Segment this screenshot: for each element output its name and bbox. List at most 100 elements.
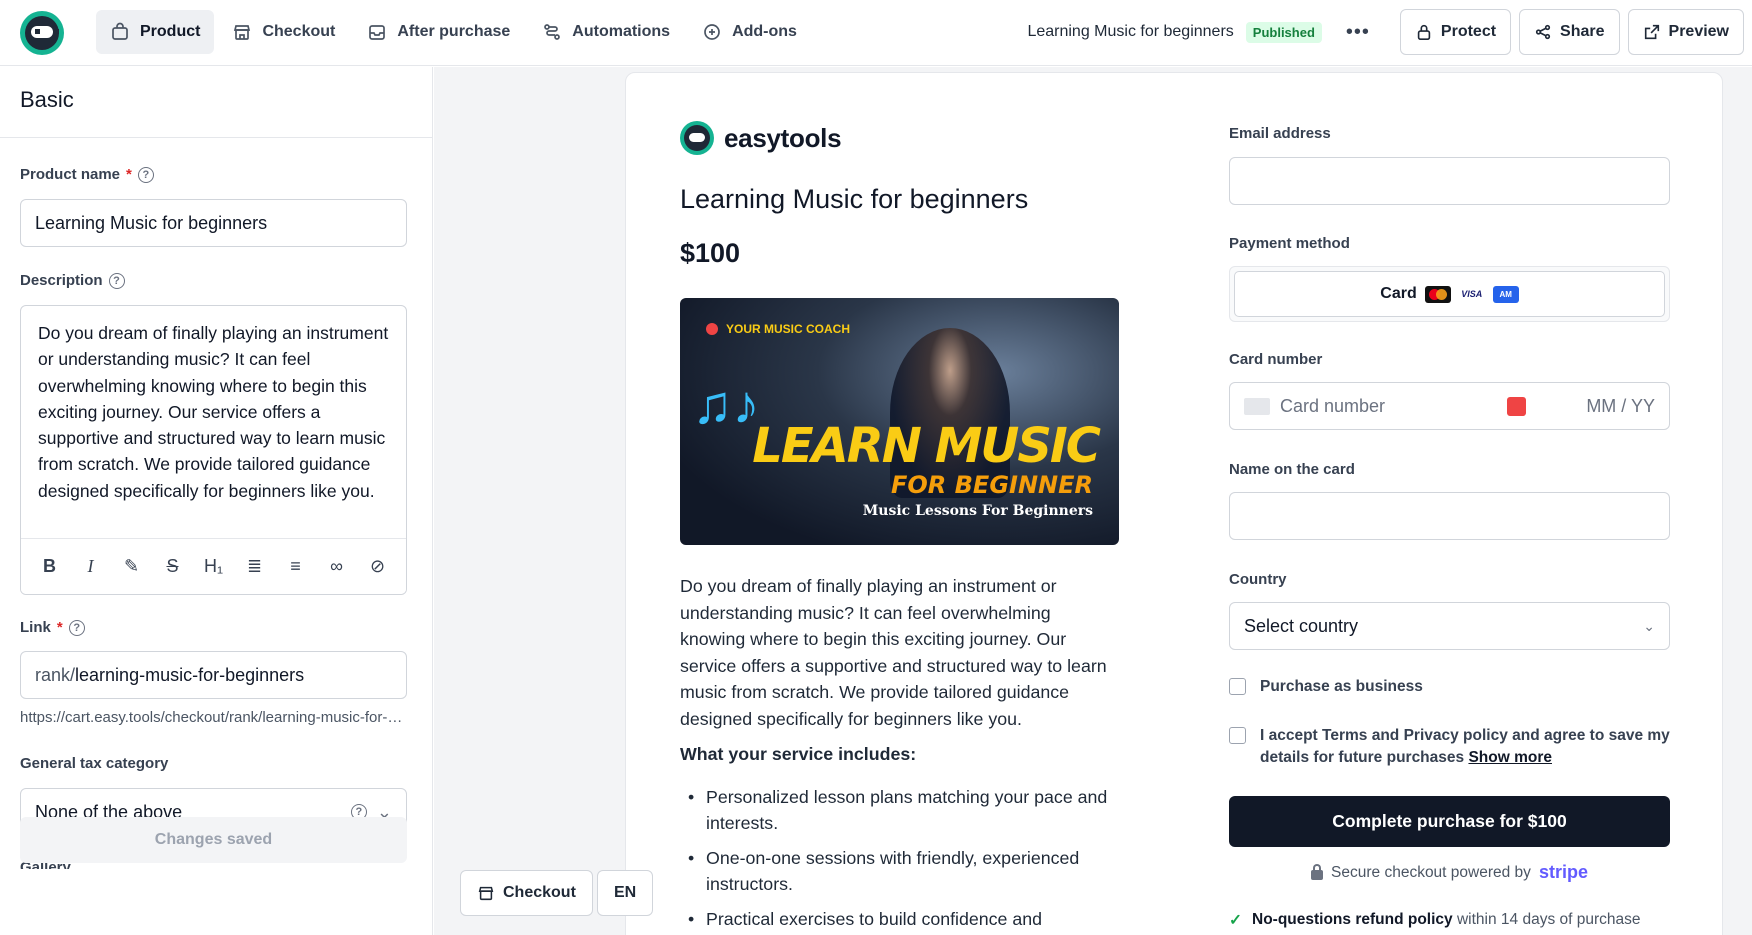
refund-bold: No-questions refund policy — [1252, 911, 1453, 928]
product-image: YOUR MUSIC COACH ♫♪ LEARN MUSIC FOR BEGI… — [680, 298, 1119, 545]
preview-button[interactable]: Preview — [1627, 9, 1744, 55]
email-label: Email address — [1229, 125, 1331, 142]
product-name-input[interactable]: Learning Music for beginners — [20, 199, 407, 247]
email-field[interactable] — [1229, 157, 1670, 205]
banner-coach-text: YOUR MUSIC COACH — [706, 322, 850, 336]
product-name-label-text: Product name — [20, 166, 121, 183]
card-number-label: Card number — [1229, 351, 1323, 368]
ordered-list-icon[interactable]: ≣ — [240, 556, 270, 577]
nav-automations[interactable]: Automations — [528, 10, 684, 54]
description-editor[interactable]: Do you dream of finally playing an instr… — [20, 305, 407, 595]
expiry-field[interactable]: MM / YY — [1586, 396, 1655, 417]
nav-after-purchase[interactable]: After purchase — [353, 10, 524, 54]
heading-icon[interactable]: H₁ — [199, 556, 229, 577]
header-product-title: Learning Music for beginners — [1027, 23, 1234, 40]
includes-list: Personalized lesson plans matching your … — [680, 784, 1120, 935]
required-mark: * — [126, 166, 132, 183]
link-prefix: rank/ — [35, 664, 76, 685]
stripe-logo: stripe — [1538, 862, 1588, 882]
link-icon[interactable]: ∞ — [322, 556, 352, 577]
check-icon: ✓ — [1229, 912, 1242, 929]
amex-icon: AM — [1492, 285, 1519, 303]
help-icon[interactable]: ? — [108, 272, 125, 289]
link-label: Link * ? — [20, 619, 85, 636]
protect-button[interactable]: Protect — [1399, 9, 1512, 55]
country-value: Select country — [1244, 615, 1359, 636]
bullet-list-icon[interactable]: ≡ — [281, 556, 311, 577]
tax-category-label-text: General tax category — [20, 755, 169, 772]
checkout-preview-button[interactable]: Checkout — [460, 870, 593, 916]
business-checkbox-row[interactable]: Purchase as business — [1229, 676, 1423, 698]
refund-rest: within 14 days of purchase — [1456, 911, 1641, 928]
easytools-logo[interactable] — [20, 11, 64, 55]
required-mark: * — [56, 619, 63, 636]
section-title: Basic — [0, 67, 432, 138]
bold-icon[interactable]: B — [35, 556, 65, 577]
language-button[interactable]: EN — [597, 870, 654, 916]
description-label-text: Description — [20, 272, 103, 289]
italic-icon[interactable]: I — [76, 556, 106, 577]
changes-saved-button: Changes saved — [20, 817, 407, 863]
store-icon — [234, 25, 251, 40]
business-checkbox[interactable] — [1229, 678, 1246, 695]
show-more-link[interactable]: Show more — [1468, 749, 1552, 766]
preview-label: Preview — [1668, 23, 1729, 40]
card-number-field[interactable]: Card number MM / YY — [1229, 382, 1670, 430]
description-text[interactable]: Do you dream of finally playing an instr… — [21, 306, 406, 534]
description-label: Description ? — [20, 272, 125, 289]
terms-checkbox-row[interactable]: I accept Terms and Privacy policy and ag… — [1229, 725, 1670, 769]
nav-product-label: Product — [140, 23, 201, 40]
terms-checkbox[interactable] — [1229, 727, 1246, 744]
refund-text: No-questions refund policy within 14 day… — [1252, 911, 1641, 930]
easytools-logo-small — [680, 121, 714, 155]
preview-product-title: Learning Music for beginners — [680, 184, 1029, 214]
terms-label: I accept Terms and Privacy policy and ag… — [1260, 727, 1670, 766]
terms-text: I accept Terms and Privacy policy and ag… — [1260, 725, 1670, 769]
business-label: Purchase as business — [1260, 678, 1423, 695]
card-number-placeholder: Card number — [1280, 395, 1386, 416]
bag-icon — [112, 22, 128, 40]
full-link-url[interactable]: https://cart.easy.tools/checkout/rank/le… — [20, 709, 410, 726]
language-label: EN — [614, 884, 637, 901]
more-menu-icon[interactable]: ••• — [1346, 21, 1370, 44]
strikethrough-icon[interactable]: S — [158, 556, 188, 577]
help-icon[interactable]: ? — [137, 166, 154, 183]
preview-price: $100 — [680, 238, 741, 268]
secure-checkout-note: Secure checkout powered by stripe — [1229, 862, 1670, 883]
complete-purchase-button[interactable]: Complete purchase for $100 — [1229, 796, 1670, 847]
chevron-down-icon: ⌄ — [1643, 617, 1655, 634]
protect-label: Protect — [1440, 23, 1497, 40]
secure-text: Secure checkout powered by — [1331, 863, 1531, 881]
music-notes-icon: ♫♪ — [692, 375, 760, 435]
name-on-card-field[interactable] — [1229, 492, 1670, 540]
link-slug[interactable]: learning-music-for-beginners — [75, 665, 304, 686]
store-icon — [478, 886, 494, 901]
top-actions: Learning Music for beginners Published •… — [1027, 9, 1744, 55]
help-icon[interactable]: ? — [68, 619, 85, 636]
inbox-icon — [369, 25, 386, 40]
share-icon — [1535, 24, 1551, 40]
rich-text-toolbar: B I ✎ S H₁ ≣ ≡ ∞ ⊘ — [21, 538, 406, 594]
country-label: Country — [1229, 571, 1287, 588]
payment-method-label: Payment method — [1229, 235, 1350, 252]
banner-subheadline: FOR BEGINNER — [891, 471, 1093, 499]
card-option[interactable]: Card VISA AM — [1234, 271, 1665, 317]
highlight-icon[interactable]: ✎ — [117, 556, 147, 577]
country-select[interactable]: Select country ⌄ — [1229, 602, 1670, 650]
banner-caption: Music Lessons For Beginners — [862, 503, 1093, 519]
nav-checkout[interactable]: Checkout — [218, 10, 349, 54]
card-icon — [1244, 397, 1270, 415]
brand-name: easytools — [724, 122, 842, 153]
lock-icon — [1311, 863, 1324, 880]
share-button[interactable]: Share — [1519, 9, 1620, 55]
main-nav: Product Checkout After purchase Automati… — [96, 10, 811, 54]
nav-product[interactable]: Product — [96, 10, 215, 54]
product-name-label: Product name * ? — [20, 166, 154, 183]
lock-icon — [1417, 24, 1431, 41]
payment-method-selector: Card VISA AM — [1229, 266, 1670, 322]
card-option-label: Card — [1380, 285, 1417, 302]
banner-headline: LEARN MUSIC — [752, 418, 1101, 474]
link-input[interactable]: rank/ learning-music-for-beginners — [20, 651, 407, 699]
clear-format-icon[interactable]: ⊘ — [363, 556, 393, 577]
nav-add-ons[interactable]: Add-ons — [688, 10, 811, 54]
